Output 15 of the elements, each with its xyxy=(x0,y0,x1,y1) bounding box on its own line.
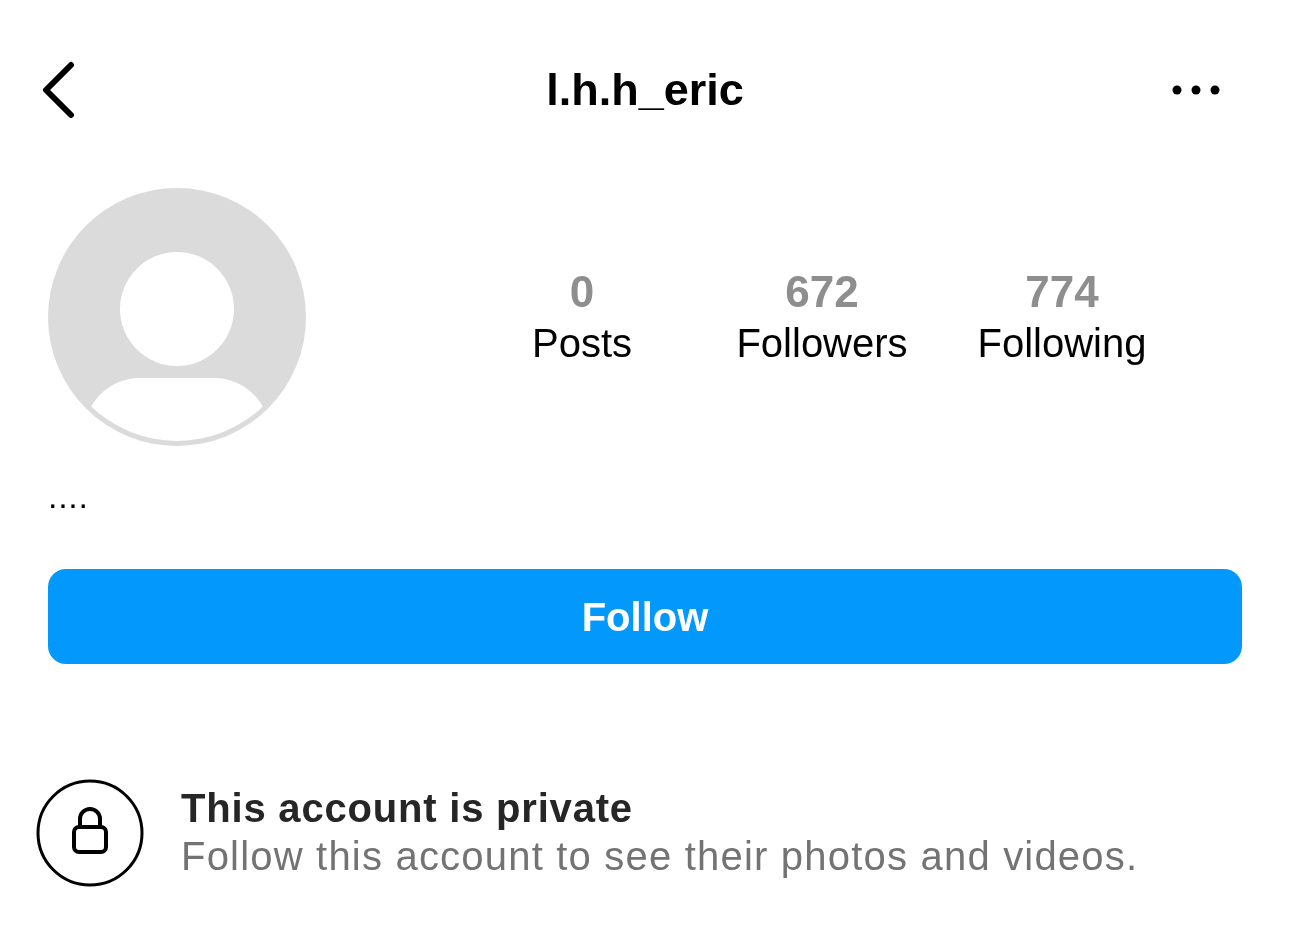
stat-label: Followers xyxy=(736,320,908,367)
username-title: l.h.h_eric xyxy=(546,64,744,116)
avatar-placeholder-icon xyxy=(48,188,306,446)
private-account-subtitle: Follow this account to see their photos and videos. xyxy=(181,833,1139,880)
back-chevron-icon xyxy=(41,61,75,119)
bio-text: .... xyxy=(48,476,89,517)
stat-count: 0 xyxy=(569,266,595,318)
stat-count: 774 xyxy=(1025,266,1099,318)
stat-count: 672 xyxy=(785,266,859,318)
lock-icon xyxy=(36,779,144,887)
stat-label: Posts xyxy=(531,320,632,367)
more-options-icon xyxy=(1172,85,1220,95)
follow-button[interactable]: Follow xyxy=(48,569,1242,664)
stat-label: Following xyxy=(977,320,1147,367)
private-account-title: This account is private xyxy=(181,785,634,831)
